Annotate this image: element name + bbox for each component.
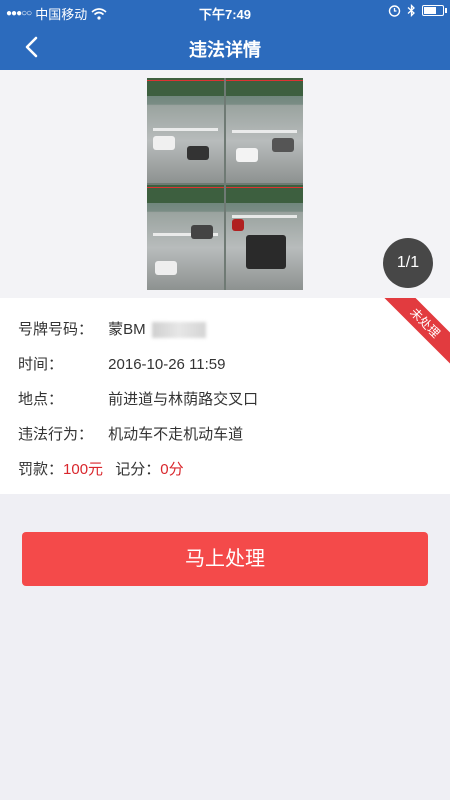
handle-now-button[interactable]: 马上处理	[22, 532, 428, 586]
page-title: 违法详情	[189, 40, 261, 60]
behavior-label: 违法行为：	[18, 426, 94, 443]
plate-row: 号牌号码： 蒙BM	[18, 318, 206, 339]
fine-value: 100元	[63, 461, 104, 478]
behavior-row: 违法行为： 机动车不走机动车道	[18, 423, 243, 444]
status-time: 下午7:49	[198, 7, 252, 22]
fine-row: 罚款：100元 记分：0分	[18, 458, 184, 479]
violation-photo-area: 1/1	[0, 70, 450, 298]
photo-frame-1	[147, 78, 224, 183]
photo-frame-2	[226, 78, 303, 183]
time-label: 时间：	[18, 356, 64, 373]
fine-label: 罚款：	[18, 461, 64, 478]
photo-page-indicator: 1/1	[383, 238, 433, 288]
bluetooth-icon	[407, 4, 415, 17]
photo-frame-3	[147, 185, 224, 290]
nav-bar: 违法详情	[0, 24, 450, 70]
violation-photo[interactable]	[147, 78, 303, 290]
time-value: 2016-10-26 11:59	[108, 356, 226, 373]
alarm-icon	[388, 5, 401, 17]
battery-icon	[422, 5, 447, 16]
location-value: 前进道与林荫路交叉口	[108, 391, 259, 408]
violation-info-card: 未处理 号牌号码： 蒙BM 时间： 2016-10-26 11:59 地点： 前…	[0, 298, 450, 494]
status-ribbon: 未处理	[378, 298, 450, 370]
plate-value: 蒙BM	[108, 321, 146, 338]
time-row: 时间： 2016-10-26 11:59	[18, 353, 226, 374]
location-label: 地点：	[18, 391, 64, 408]
points-value: 0分	[160, 461, 184, 478]
points-label: 记分：	[115, 461, 161, 478]
location-row: 地点： 前进道与林荫路交叉口	[18, 388, 258, 409]
behavior-value: 机动车不走机动车道	[108, 426, 244, 443]
photo-frame-4	[226, 185, 303, 290]
plate-redaction	[151, 322, 206, 339]
status-bar: ●●●○○ 中国移动 下午7:49	[0, 0, 450, 24]
status-right	[388, 4, 447, 17]
plate-label: 号牌号码：	[18, 321, 94, 338]
